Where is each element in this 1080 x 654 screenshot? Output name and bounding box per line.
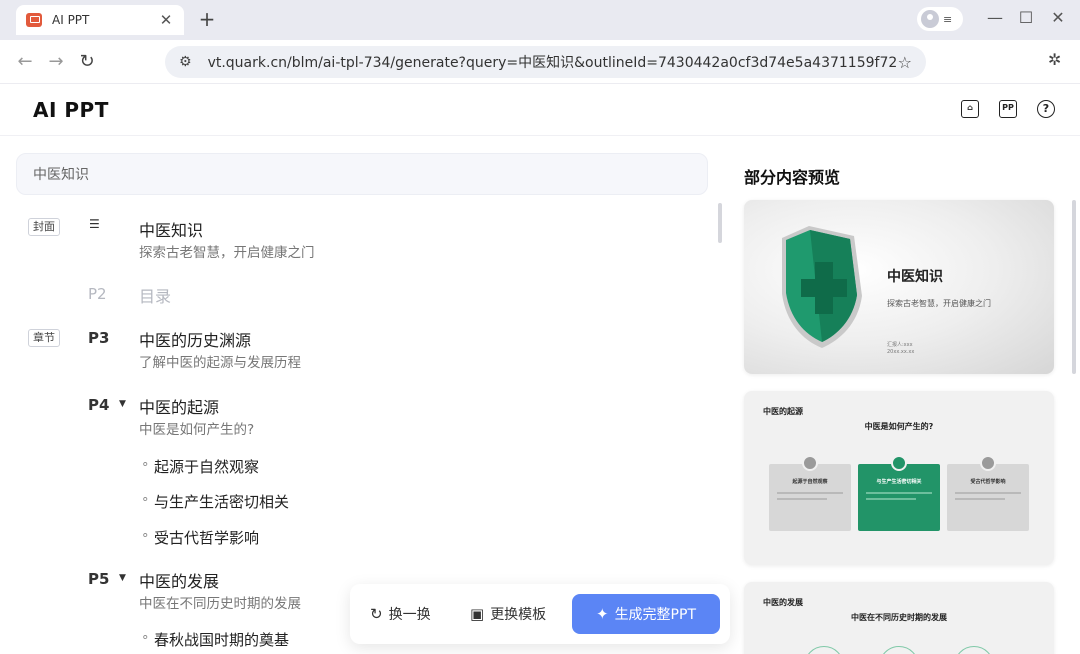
address-bar-row: ← → ↻ ⚙ vt.quark.cn/blm/ai-tpl-734/gener… (0, 40, 1080, 84)
browser-tab[interactable]: AI PPT ✕ (16, 5, 184, 35)
preview-slide-development[interactable]: 中医的发展 中医在不同历史时期的发展 (744, 582, 1054, 654)
outline-row-cover[interactable]: 封面 ☰ 中医知识 探索古老智慧，开启健康之门 (16, 217, 708, 263)
list-style-icon[interactable]: ☰ (89, 217, 100, 231)
back-button[interactable]: ← (13, 50, 37, 74)
page-number: P3 (88, 329, 110, 347)
site-settings-icon[interactable]: ⚙ (179, 54, 192, 70)
slide-info-box: 起源于自然观察 (769, 455, 851, 531)
preview-slide-cover[interactable]: 中医知识 探索古老智慧，开启健康之门 汇报人:xxx 20xx.xx.xx (744, 200, 1054, 374)
generate-ppt-button[interactable]: ✦ 生成完整PPT (572, 594, 720, 634)
outline-row-p4[interactable]: P4 ▼ 中医的起源 中医是如何产生的? 起源于自然观察 与生产生活密切相关 受… (16, 394, 708, 554)
tab-title: AI PPT (52, 13, 90, 27)
p4-subtitle[interactable]: 中医是如何产生的? (139, 418, 254, 438)
profile-button[interactable]: ≡ (917, 7, 963, 31)
page-number: P5 (88, 570, 110, 588)
browser-tab-bar: AI PPT ✕ + ≡ — ☐ ✕ (0, 0, 1080, 40)
home-icon[interactable]: ⌂ (961, 100, 979, 118)
text-line (955, 492, 1021, 494)
preview-scrollbar[interactable] (1072, 200, 1076, 374)
bookmark-star-icon[interactable]: ☆ (898, 53, 912, 72)
collapse-caret-icon[interactable]: ▼ (119, 399, 126, 409)
query-input[interactable]: 中医知识 (16, 153, 708, 195)
forward-button[interactable]: → (44, 50, 68, 74)
refresh-icon: ↻ (370, 605, 383, 623)
outline-row-p2[interactable]: P2 目录 (16, 283, 708, 307)
new-tab-button[interactable]: + (196, 6, 218, 32)
outline-scrollbar[interactable] (718, 203, 722, 243)
timeline-circle (879, 646, 919, 654)
collapse-caret-icon[interactable]: ▼ (119, 573, 126, 583)
box-icon (891, 455, 907, 471)
change-template-label: 更换模板 (490, 607, 547, 623)
p3-title[interactable]: 中医的历史渊源 (139, 327, 251, 351)
p2-title: 目录 (139, 287, 172, 306)
url-bar[interactable]: ⚙ vt.quark.cn/blm/ai-tpl-734/generate?qu… (165, 46, 926, 78)
close-tab-icon[interactable]: ✕ (158, 11, 174, 29)
outline-row-p3[interactable]: 章节 P3 中医的历史渊源 了解中医的起源与发展历程 (16, 327, 708, 373)
preview-slide-origin[interactable]: 中医的起源 中医是如何产生的? 起源于自然观察 与生产生活密切相关 受古代哲学影… (744, 391, 1054, 565)
text-line (955, 498, 1005, 500)
extensions-icon[interactable]: ✲ (1048, 50, 1061, 69)
box-title: 与生产生活密切相关 (876, 479, 922, 485)
help-icon[interactable]: ? (1037, 100, 1055, 118)
avatar (921, 10, 939, 28)
close-window-button[interactable]: ✕ (1046, 8, 1070, 27)
p5-title[interactable]: 中医的发展 (139, 568, 219, 592)
chapter-badge: 章节 (28, 329, 60, 347)
app-logo: AI PPT (33, 98, 109, 122)
sparkle-icon: ✦ (595, 605, 609, 623)
page-number: P4 (88, 396, 110, 414)
box-title: 起源于自然观察 (792, 479, 828, 485)
text-line (777, 492, 843, 494)
slide-question: 中医在不同历史时期的发展 (851, 613, 947, 622)
slide-subtitle: 探索古老智慧，开启健康之门 (887, 299, 991, 308)
generate-label: 生成完整PPT (614, 607, 696, 623)
text-line (866, 492, 932, 494)
preview-title: 部分内容预览 (744, 168, 841, 187)
image-icon: ▣ (470, 605, 485, 623)
p5-subtitle[interactable]: 中医在不同历史时期的发展 (139, 592, 301, 612)
cover-title[interactable]: 中医知识 (139, 217, 203, 241)
outline-point[interactable]: 春秋战国时期的奠基 (142, 629, 289, 650)
box-icon (980, 455, 996, 471)
p3-subtitle[interactable]: 了解中医的起源与发展历程 (139, 351, 301, 371)
maximize-button[interactable]: ☐ (1014, 8, 1038, 27)
slide-question: 中医是如何产生的? (864, 422, 934, 431)
app-header: AI PPT ⌂ PP ? (0, 84, 1080, 136)
box-title: 受古代哲学影响 (970, 479, 1006, 485)
minimize-button[interactable]: — (983, 8, 1007, 27)
slide-heading: 中医的发展 (763, 598, 803, 607)
slide-info-box: 与生产生活密切相关 (858, 455, 940, 531)
reload-button[interactable]: ↻ (75, 50, 99, 74)
slide-date: 20xx.xx.xx (887, 349, 915, 355)
box-icon (802, 455, 818, 471)
shuffle-label: 换一换 (388, 607, 431, 623)
shield-icon (782, 226, 862, 348)
outline-point[interactable]: 受古代哲学影响 (142, 527, 259, 548)
cover-subtitle[interactable]: 探索古老智慧，开启健康之门 (139, 241, 315, 261)
presentation-icon (26, 13, 42, 27)
slide-author: 汇报人:xxx 20xx.xx.xx (887, 342, 914, 356)
page-number: P2 (88, 285, 107, 303)
slide-heading: 中医的起源 (763, 407, 803, 416)
action-bar: ↻ 换一换 ▣ 更换模板 ✦ 生成完整PPT (350, 584, 730, 644)
slide-title: 中医知识 (887, 269, 943, 285)
shuffle-button[interactable]: ↻ 换一换 (370, 594, 431, 634)
timeline-circle (804, 646, 844, 654)
slide-info-box: 受古代哲学影响 (947, 455, 1029, 531)
url-text[interactable]: vt.quark.cn/blm/ai-tpl-734/generate?quer… (208, 52, 898, 72)
menu-icon: ≡ (943, 12, 953, 26)
change-template-button[interactable]: ▣ 更换模板 (470, 594, 546, 634)
outline-point[interactable]: 与生产生活密切相关 (142, 491, 289, 512)
ppt-icon[interactable]: PP (999, 100, 1017, 118)
text-line (777, 498, 827, 500)
p4-title[interactable]: 中医的起源 (139, 394, 219, 418)
slide-author-name: 汇报人:xxx (887, 342, 913, 348)
text-line (866, 498, 916, 500)
timeline-circle (954, 646, 994, 654)
outline-point[interactable]: 起源于自然观察 (142, 456, 259, 477)
cover-badge: 封面 (28, 218, 60, 236)
